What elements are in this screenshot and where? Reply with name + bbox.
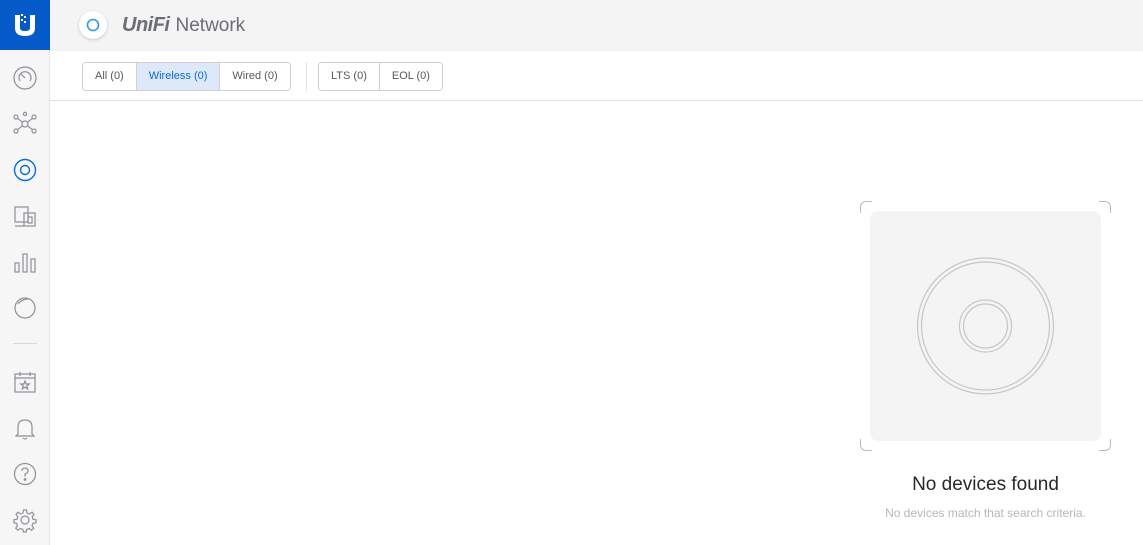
help-icon[interactable] xyxy=(11,460,39,488)
devices-icon[interactable] xyxy=(11,156,39,184)
filter-all-button[interactable]: All (0) xyxy=(83,63,137,90)
device-placeholder-card xyxy=(870,211,1101,441)
app-title: UniFi Network xyxy=(122,14,245,37)
empty-state-title: No devices found xyxy=(912,474,1059,495)
unifi-wordmark: UniFi xyxy=(122,14,170,36)
events-icon[interactable] xyxy=(11,368,39,396)
filter-wireless-button[interactable]: Wireless (0) xyxy=(136,63,221,90)
sidebar xyxy=(0,0,50,545)
empty-state-subtitle: No devices match that search criteria. xyxy=(885,506,1086,520)
release-filter: LTS (0) EOL (0) xyxy=(318,62,443,91)
statistics-icon[interactable] xyxy=(11,248,39,276)
device-ring-icon xyxy=(86,18,100,32)
topology-icon[interactable] xyxy=(11,110,39,138)
dashboard-icon[interactable] xyxy=(11,64,39,92)
site-status-icon[interactable] xyxy=(79,11,107,39)
clients-icon[interactable] xyxy=(11,202,39,230)
filter-wired-button[interactable]: Wired (0) xyxy=(220,63,290,90)
filter-lts-button[interactable]: LTS (0) xyxy=(319,63,380,90)
filter-eol-button[interactable]: EOL (0) xyxy=(379,63,442,90)
access-point-icon xyxy=(916,257,1055,395)
filter-bar: All (0) Wireless (0) Wired (0) LTS (0) E… xyxy=(50,51,1143,101)
empty-state: No devices found No devices match that s… xyxy=(860,201,1111,520)
header-bar: UniFi Network xyxy=(50,0,1143,51)
app-window: UniFi Network All (0) Wireless (0) Wired… xyxy=(0,0,1143,545)
device-type-filter: All (0) Wireless (0) Wired (0) xyxy=(82,62,291,91)
insights-icon[interactable] xyxy=(11,294,39,322)
sidebar-divider xyxy=(13,343,37,344)
settings-icon[interactable] xyxy=(11,506,39,534)
app-name: Network xyxy=(175,15,246,36)
alerts-icon[interactable] xyxy=(11,414,39,442)
empty-state-illustration xyxy=(860,201,1111,451)
ubiquiti-u-icon xyxy=(15,14,35,36)
unifi-logo-button[interactable] xyxy=(0,0,50,50)
filter-divider xyxy=(306,62,307,91)
